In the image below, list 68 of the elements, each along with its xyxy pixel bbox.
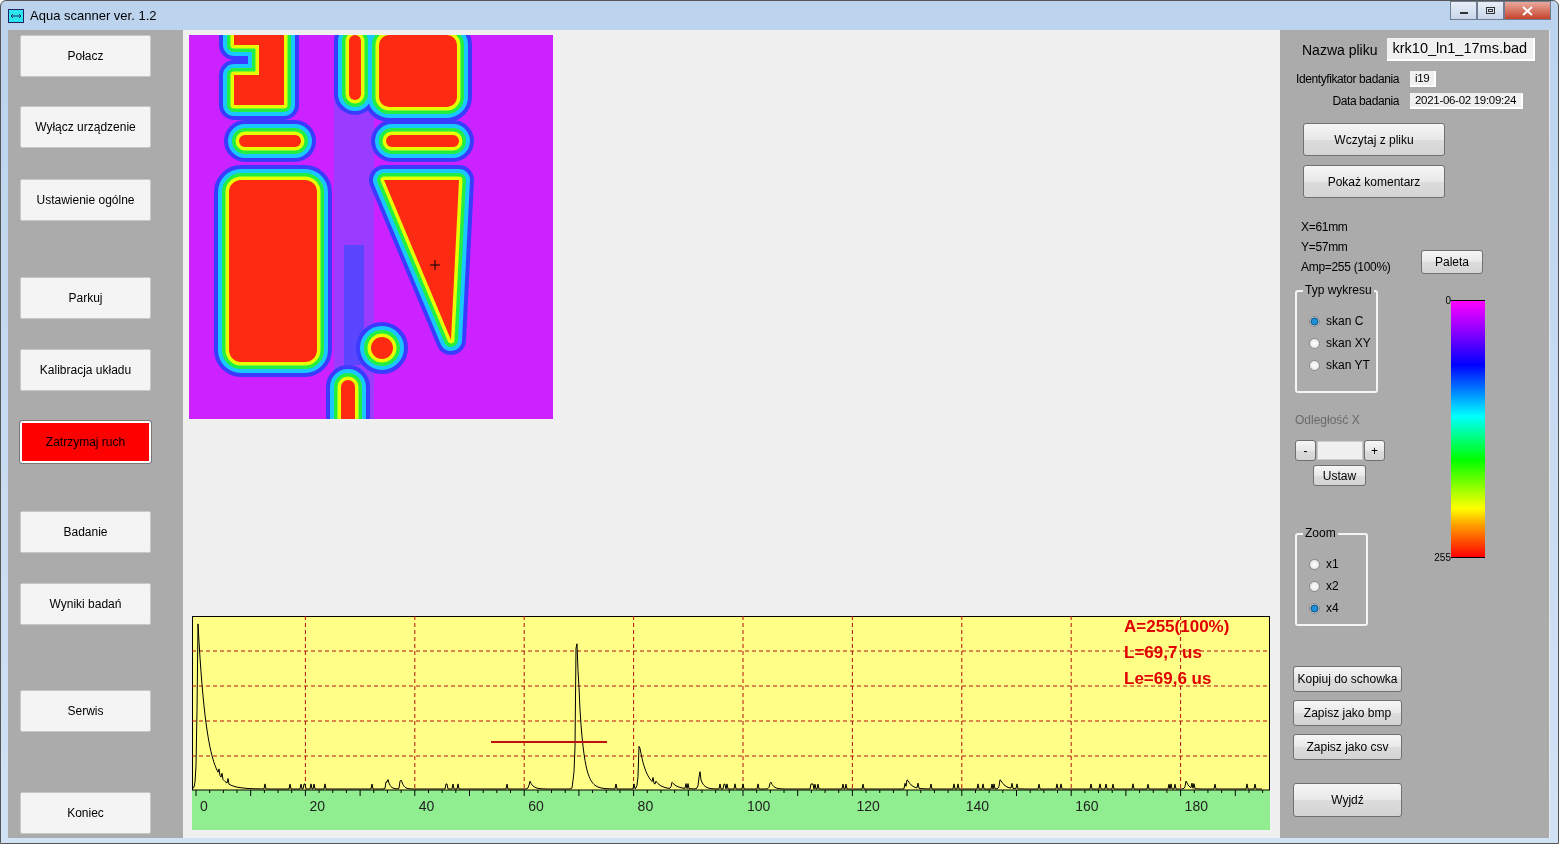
axis-label: 40 [418,798,435,814]
field-label: Data badania [1331,94,1399,108]
window-title: Aqua scanner ver. 1.2 [30,8,157,23]
app-icon [8,8,24,23]
maximize-button[interactable] [1477,1,1504,20]
axis-label: 140 [965,798,990,814]
palette-button[interactable]: Paleta [1421,250,1483,274]
sidebar-button[interactable]: Serwis [20,690,151,732]
group-title: Typ wykresu [1303,283,1374,297]
field-value: 2021-06-02 19:09:24 [1410,93,1524,109]
radio-option[interactable]: x2 [1309,575,1366,597]
sidebar-button[interactable]: Badanie [20,511,151,553]
crosshair-icon [429,259,441,271]
close-icon [1522,5,1533,16]
panel-button[interactable]: Wczytaj z pliku [1303,123,1445,156]
axis-label: 120 [856,798,880,814]
radio-icon[interactable] [1309,580,1320,592]
distance-input[interactable] [1317,441,1363,460]
radio-icon[interactable] [1309,337,1320,349]
file-name-field: krk10_ln1_17ms.bad [1387,38,1536,61]
axis-label: 80 [637,798,654,814]
set-button[interactable]: Ustaw [1313,465,1366,486]
group-title: Zoom [1303,526,1338,540]
sidebar-button[interactable]: Wyniki badań [20,583,151,625]
action-button[interactable]: Zapisz jako bmp [1293,700,1402,726]
radio-icon[interactable] [1309,602,1320,614]
field-value: i19 [1410,71,1437,87]
cursor-readout: X=61mm [1301,220,1349,234]
close-button[interactable] [1504,1,1551,20]
minimize-button[interactable] [1450,1,1477,20]
sidebar-button[interactable]: Ustawienie ogólne [20,179,151,221]
radio-option[interactable]: x1 [1309,553,1366,575]
axis-label: 60 [528,798,544,814]
cursor-readout: Amp=255 (100%) [1301,260,1392,274]
field-label: Nazwa pliku [1302,41,1378,58]
cursor-readout: Y=57mm [1301,240,1349,254]
distance-label: Odległość X [1295,413,1361,427]
panel-button[interactable]: Pokaż komentarz [1303,165,1445,198]
radio-option[interactable]: x4 [1309,597,1366,619]
sidebar-button[interactable]: Parkuj [20,277,151,319]
axis-label: 160 [1075,798,1099,814]
chart-readout: Le=69,6 us [1124,669,1212,689]
sidebar-button[interactable]: Wyłącz urządzenie [20,106,151,148]
stop-button[interactable]: Zatrzymaj ruch [20,421,151,463]
chart-readout: A=255(100%) [1124,617,1230,637]
radio-option[interactable]: skan YT [1309,354,1376,376]
chart-readout: L=69,7 us [1124,643,1202,663]
increment-button[interactable]: + [1364,440,1385,461]
action-button[interactable]: Kopiuj do schowka [1293,666,1402,692]
axis-label: 100 [747,798,771,814]
axis-label: 180 [1184,798,1208,814]
action-button[interactable]: Wyjdź [1293,783,1402,817]
sidebar-button[interactable]: Koniec [20,792,151,834]
radio-icon[interactable] [1309,315,1320,327]
axis-label: 0 [200,798,208,814]
action-button[interactable]: Zapisz jako csv [1293,734,1402,760]
sidebar-button[interactable]: Kalibracja układu [20,349,151,391]
radio-option[interactable]: skan C [1309,310,1376,332]
radio-option[interactable]: skan XY [1309,332,1376,354]
colorbar-label: 255 [1434,552,1451,563]
axis-label: 20 [309,798,325,814]
colorbar-label: 0 [1445,295,1451,306]
maximize-icon [1485,6,1496,15]
field-label: Identyfikator badania [1295,72,1399,86]
sidebar-button[interactable]: Połacz [20,35,151,77]
decrement-button[interactable]: - [1295,440,1316,461]
radio-icon[interactable] [1309,359,1320,371]
radio-icon[interactable] [1309,558,1320,570]
